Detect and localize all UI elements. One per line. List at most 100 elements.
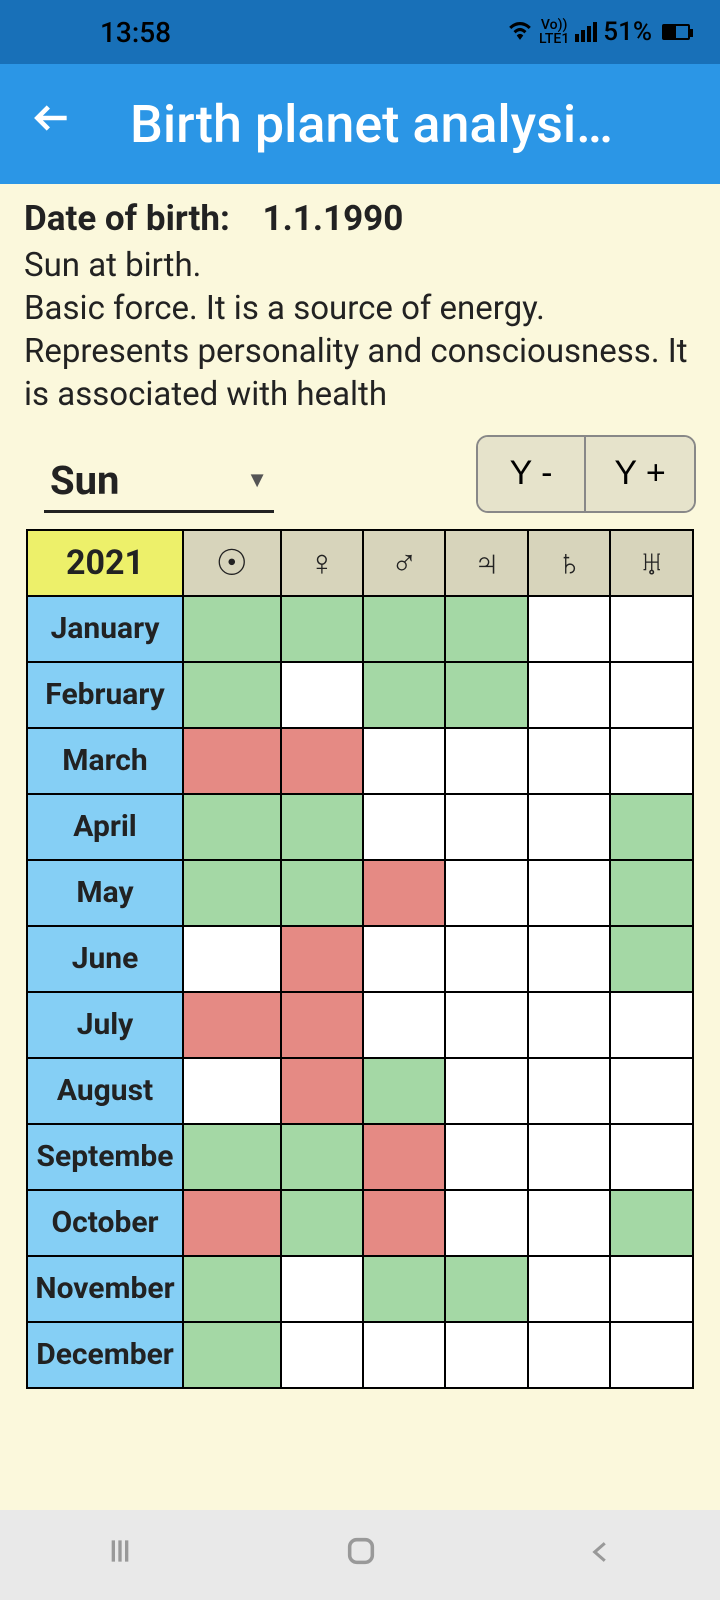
- table-row: January: [27, 596, 693, 662]
- back-nav-button[interactable]: [586, 1534, 616, 1576]
- aspect-cell[interactable]: [363, 1322, 445, 1388]
- aspect-cell[interactable]: [610, 1256, 693, 1322]
- aspect-cell[interactable]: [183, 1256, 281, 1322]
- aspect-cell[interactable]: [528, 1322, 610, 1388]
- table-year-header: 2021: [27, 530, 183, 596]
- aspect-cell[interactable]: [363, 794, 445, 860]
- year-button-group: Y - Y +: [476, 435, 696, 513]
- aspect-cell[interactable]: [183, 794, 281, 860]
- aspect-cell[interactable]: [363, 728, 445, 794]
- aspect-cell[interactable]: [528, 1190, 610, 1256]
- aspect-cell[interactable]: [363, 926, 445, 992]
- planet-select[interactable]: Sun ▼: [44, 455, 274, 513]
- aspect-cell[interactable]: [363, 860, 445, 926]
- table-row: April: [27, 794, 693, 860]
- aspect-cell[interactable]: [528, 860, 610, 926]
- aspect-cell[interactable]: [528, 1058, 610, 1124]
- aspect-cell[interactable]: [363, 992, 445, 1058]
- aspect-cell[interactable]: [610, 662, 693, 728]
- aspect-cell[interactable]: [610, 992, 693, 1058]
- aspect-cell[interactable]: [445, 1190, 527, 1256]
- aspect-cell[interactable]: [363, 662, 445, 728]
- back-button[interactable]: [30, 96, 90, 152]
- aspect-cell[interactable]: [528, 596, 610, 662]
- aspect-cell[interactable]: [363, 1190, 445, 1256]
- aspect-cell[interactable]: [281, 1058, 363, 1124]
- aspect-cell[interactable]: [528, 1256, 610, 1322]
- month-label: October: [27, 1190, 183, 1256]
- aspect-cell[interactable]: [445, 662, 527, 728]
- aspect-cell[interactable]: [445, 926, 527, 992]
- aspect-cell[interactable]: [281, 992, 363, 1058]
- aspect-cell[interactable]: [528, 662, 610, 728]
- year-prev-button[interactable]: Y -: [478, 437, 586, 511]
- aspect-cell[interactable]: [363, 596, 445, 662]
- aspect-cell[interactable]: [281, 1190, 363, 1256]
- table-row: June: [27, 926, 693, 992]
- aspect-cell[interactable]: [363, 1058, 445, 1124]
- aspect-cell[interactable]: [610, 1058, 693, 1124]
- aspect-cell[interactable]: [281, 1124, 363, 1190]
- planet-column-1: ♀: [281, 530, 363, 596]
- aspect-cell[interactable]: [610, 794, 693, 860]
- aspect-cell[interactable]: [281, 596, 363, 662]
- aspect-cell[interactable]: [363, 1256, 445, 1322]
- aspect-cell[interactable]: [183, 596, 281, 662]
- aspect-cell[interactable]: [183, 1124, 281, 1190]
- aspect-cell[interactable]: [528, 794, 610, 860]
- planet-description: Sun at birth.Basic force. It is a source…: [24, 245, 696, 417]
- month-label: May: [27, 860, 183, 926]
- aspect-cell[interactable]: [528, 926, 610, 992]
- aspect-cell[interactable]: [281, 728, 363, 794]
- aspect-cell[interactable]: [183, 926, 281, 992]
- month-label: Septembe: [27, 1124, 183, 1190]
- aspect-cell[interactable]: [610, 860, 693, 926]
- aspect-cell[interactable]: [445, 728, 527, 794]
- status-time: 13:58: [100, 16, 171, 49]
- aspect-cell[interactable]: [281, 1256, 363, 1322]
- aspect-cell[interactable]: [183, 992, 281, 1058]
- home-button[interactable]: [344, 1534, 378, 1577]
- table-row: October: [27, 1190, 693, 1256]
- month-label: November: [27, 1256, 183, 1322]
- aspect-cell[interactable]: [445, 860, 527, 926]
- aspect-cell[interactable]: [528, 1124, 610, 1190]
- aspect-cell[interactable]: [610, 926, 693, 992]
- aspect-cell[interactable]: [363, 1124, 445, 1190]
- aspect-cell[interactable]: [183, 1058, 281, 1124]
- aspect-cell[interactable]: [183, 860, 281, 926]
- aspect-cell[interactable]: [281, 662, 363, 728]
- aspect-cell[interactable]: [528, 728, 610, 794]
- month-label: January: [27, 596, 183, 662]
- recents-button[interactable]: [104, 1534, 136, 1576]
- aspect-cell[interactable]: [281, 860, 363, 926]
- aspect-cell[interactable]: [610, 1124, 693, 1190]
- aspect-cell[interactable]: [183, 728, 281, 794]
- aspect-cell[interactable]: [281, 1322, 363, 1388]
- aspect-cell[interactable]: [610, 728, 693, 794]
- aspect-cell[interactable]: [528, 992, 610, 1058]
- aspect-cell[interactable]: [281, 926, 363, 992]
- table-row: August: [27, 1058, 693, 1124]
- aspect-cell[interactable]: [445, 1322, 527, 1388]
- aspect-cell[interactable]: [610, 1322, 693, 1388]
- aspect-cell[interactable]: [445, 1256, 527, 1322]
- aspect-cell[interactable]: [281, 794, 363, 860]
- planet-column-0: ☉: [183, 530, 281, 596]
- aspect-cell[interactable]: [445, 794, 527, 860]
- aspect-cell[interactable]: [445, 1058, 527, 1124]
- aspect-cell[interactable]: [183, 1322, 281, 1388]
- status-bar: 13:58 Vo)) LTE1 51%: [0, 0, 720, 64]
- aspect-cell[interactable]: [183, 1190, 281, 1256]
- month-label: December: [27, 1322, 183, 1388]
- network-label: Vo)) LTE1: [539, 18, 569, 46]
- aspect-cell[interactable]: [183, 662, 281, 728]
- aspect-cell[interactable]: [445, 596, 527, 662]
- year-next-button[interactable]: Y +: [586, 437, 694, 511]
- aspect-cell[interactable]: [445, 1124, 527, 1190]
- aspect-cell[interactable]: [610, 1190, 693, 1256]
- aspect-cell[interactable]: [610, 596, 693, 662]
- table-row: Septembe: [27, 1124, 693, 1190]
- aspect-cell[interactable]: [445, 992, 527, 1058]
- planet-column-5: ♅: [610, 530, 693, 596]
